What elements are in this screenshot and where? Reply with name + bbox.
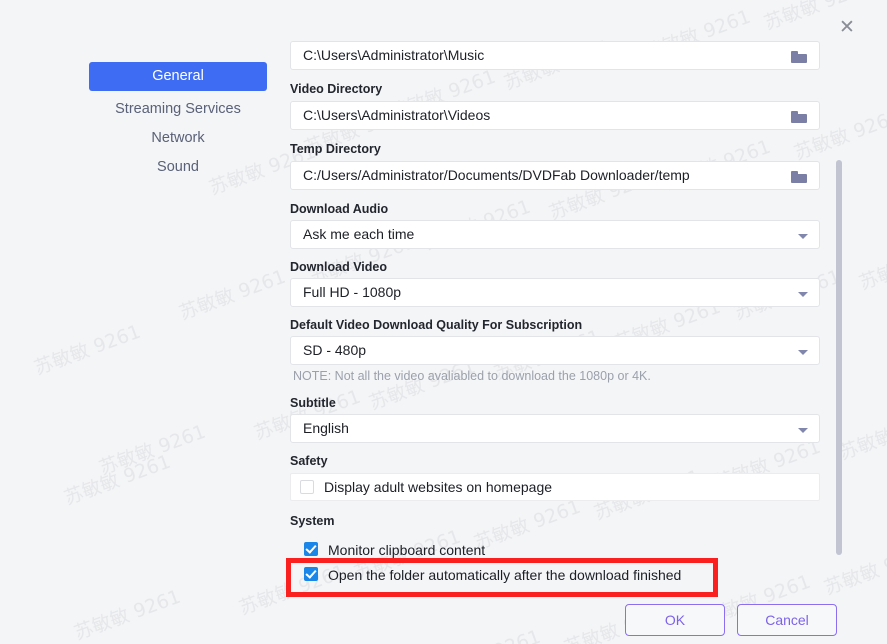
chevron-down-icon[interactable]	[798, 350, 808, 355]
safety-option-row[interactable]: Display adult websites on homepage	[290, 473, 820, 501]
open-folder-label: Open the folder automatically after the …	[328, 567, 682, 583]
default-quality-note: NOTE: Not all the video avaliabled to do…	[293, 369, 651, 383]
video-directory-field[interactable]: C:\Users\Administrator\Videos	[290, 101, 820, 130]
temp-directory-field[interactable]: C:/Users/Administrator/Documents/DVDFab …	[290, 161, 820, 190]
watermark-text: 苏敏敏 9261	[430, 622, 544, 644]
watermark-text: 苏敏敏 9261	[836, 406, 887, 465]
safety-checkbox[interactable]	[300, 480, 314, 494]
default-quality-label: Default Video Download Quality For Subsc…	[290, 318, 583, 332]
sidebar: General Streaming Services Network Sound	[0, 0, 285, 644]
subtitle-value: English	[303, 420, 349, 436]
chevron-down-icon[interactable]	[798, 428, 808, 433]
sidebar-item-label: Streaming Services	[115, 101, 241, 117]
temp-directory-value: C:/Users/Administrator/Documents/DVDFab …	[303, 167, 690, 183]
temp-directory-label: Temp Directory	[290, 142, 381, 156]
sidebar-item-network[interactable]: Network	[89, 124, 267, 153]
download-audio-select[interactable]: Ask me each time	[290, 220, 820, 249]
download-video-value: Full HD - 1080p	[303, 284, 402, 300]
open-folder-checkbox[interactable]	[304, 567, 318, 581]
download-video-label: Download Video	[290, 260, 387, 274]
monitor-clipboard-label: Monitor clipboard content	[328, 542, 486, 558]
safety-section-label: Safety	[290, 454, 328, 468]
subtitle-select[interactable]: English	[290, 414, 820, 443]
cancel-button-label: Cancel	[765, 612, 809, 628]
system-section-label: System	[290, 514, 335, 528]
content-scrollbar-thumb[interactable]	[836, 160, 842, 555]
content-scrollbar-track[interactable]	[836, 155, 842, 560]
chevron-down-icon[interactable]	[798, 234, 808, 239]
sidebar-item-general[interactable]: General	[89, 62, 267, 91]
chevron-down-icon[interactable]	[798, 292, 808, 297]
sidebar-item-label: Network	[151, 130, 205, 146]
music-directory-value: C:\Users\Administrator\Music	[303, 47, 485, 63]
download-video-select[interactable]: Full HD - 1080p	[290, 278, 820, 307]
video-directory-value: C:\Users\Administrator\Videos	[303, 107, 491, 123]
subtitle-label: Subtitle	[290, 396, 336, 410]
folder-icon[interactable]	[791, 171, 807, 183]
download-audio-label: Download Audio	[290, 202, 389, 216]
ok-button[interactable]: OK	[625, 604, 725, 636]
folder-icon[interactable]	[791, 111, 807, 123]
sidebar-item-sound[interactable]: Sound	[89, 153, 267, 182]
safety-option-label: Display adult websites on homepage	[324, 479, 553, 495]
video-directory-label: Video Directory	[290, 82, 383, 96]
default-quality-select[interactable]: SD - 480p	[290, 336, 820, 365]
close-icon[interactable]: ✕	[835, 15, 859, 39]
ok-button-label: OK	[664, 612, 686, 628]
folder-icon[interactable]	[791, 51, 807, 63]
sidebar-item-label: General	[152, 68, 204, 84]
sidebar-item-label: Sound	[157, 159, 199, 175]
download-audio-value: Ask me each time	[303, 226, 415, 242]
settings-content: C:\Users\Administrator\Music Video Direc…	[285, 0, 842, 600]
sidebar-item-streaming-services[interactable]: Streaming Services	[89, 95, 267, 124]
music-directory-field[interactable]: C:\Users\Administrator\Music	[290, 41, 820, 70]
default-quality-value: SD - 480p	[303, 342, 367, 358]
watermark-text: 苏敏敏 9261	[856, 236, 887, 295]
monitor-clipboard-checkbox[interactable]	[304, 542, 318, 556]
cancel-button[interactable]: Cancel	[737, 604, 837, 636]
